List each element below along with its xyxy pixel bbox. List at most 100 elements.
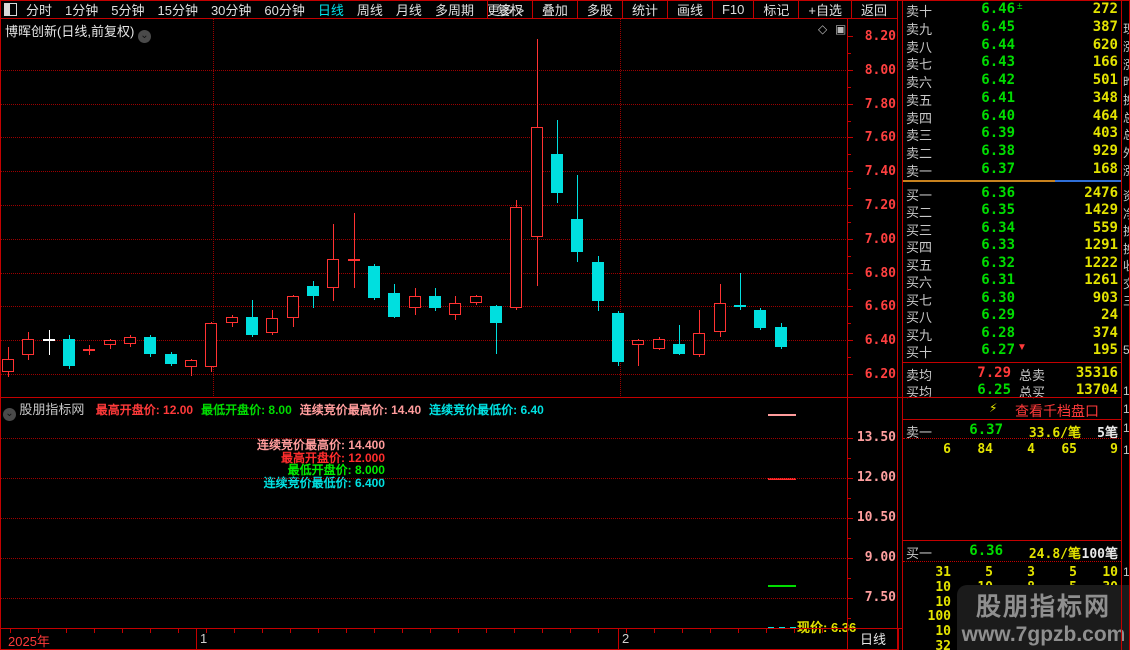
menu-item-多周期[interactable]: 多周期 [435, 0, 474, 19]
candle-body [490, 306, 502, 323]
indicator-axis-label: 7.50 [864, 590, 896, 605]
level-volume: 929 [1092, 143, 1118, 159]
bid-row[interactable]: 买一 6.36 2476 [903, 185, 1121, 203]
menu-item-多股[interactable]: 多股 [576, 0, 622, 19]
level-volume: 1222 [1084, 255, 1118, 271]
ask-row[interactable]: 卖九 6.45 387 [903, 19, 1121, 37]
menu-item-标记[interactable]: 标记 [753, 0, 798, 19]
candle-body [104, 340, 116, 345]
menu-item-分时[interactable]: 分时 [26, 0, 52, 19]
queue-order-size: 31 [935, 565, 951, 580]
axis-price-label: 8.00 [864, 63, 896, 78]
dotted-divider [903, 438, 1121, 439]
diamond-marker-icon[interactable]: ◇ [818, 22, 827, 36]
menu-item-+自选[interactable]: +自选 [798, 0, 851, 19]
indicator-header-item: 连续竞价最低价: 6.40 [429, 403, 544, 417]
ask-row[interactable]: 卖一 6.37 168 [903, 161, 1121, 179]
bid-row[interactable]: 买三 6.34 559 [903, 220, 1121, 238]
orderbook-divider [903, 540, 1121, 541]
candle-body [754, 310, 766, 328]
border-top [0, 0, 1130, 1]
gridline-h [0, 171, 846, 172]
panel-split-icon[interactable]: ▣ [835, 22, 846, 36]
candle-body [449, 303, 461, 315]
menu-item-60分钟[interactable]: 60分钟 [264, 0, 304, 19]
ask-row[interactable]: 卖四 6.40 464 [903, 108, 1121, 126]
indicator-gridline [0, 438, 846, 439]
timeframe-box[interactable]: 日线 [847, 628, 899, 650]
menu-item-5分钟[interactable]: 5分钟 [111, 0, 144, 19]
bid-row[interactable]: 买十 6.27 ▼ 195 [903, 342, 1121, 360]
timeline-month-separator [196, 628, 197, 649]
menu-item-画线[interactable]: 画线 [666, 0, 712, 19]
timeline-divider [0, 628, 903, 629]
indicator-gridline [0, 598, 846, 599]
candle-body [592, 262, 604, 301]
level-volume: 168 [1092, 161, 1118, 177]
level-volume: 1291 [1084, 237, 1118, 253]
menu-item-月线[interactable]: 月线 [396, 0, 422, 19]
candle-body [673, 344, 685, 354]
queue-order-size: 10 [935, 579, 951, 595]
level-volume: 387 [1092, 19, 1118, 35]
candle-body [714, 303, 726, 332]
level-price: 6.37 [969, 422, 1003, 438]
menu-item-返回[interactable]: 返回 [850, 0, 896, 19]
level-price: 6.34 [981, 220, 1015, 236]
ask-row[interactable]: 卖六 6.42 501 [903, 72, 1121, 90]
tools-menu: 复权 叠加 多股 统计 画线 F10 标记 +自选 返回 [486, 0, 896, 19]
menu-item-1分钟[interactable]: 1分钟 [65, 0, 98, 19]
level-price: 6.36 [981, 185, 1015, 201]
axis-price-label: 7.60 [864, 130, 896, 145]
indicator-source: 股朋指标网 [19, 402, 85, 417]
bid-row[interactable]: 买六 6.31 1261 [903, 272, 1121, 290]
level-price: 6.30 [981, 290, 1015, 306]
level-volume: 903 [1092, 290, 1118, 306]
ask-row[interactable]: 卖二 6.38 929 [903, 143, 1121, 161]
level-name: 买一 [906, 546, 933, 561]
gridline-h [0, 205, 846, 206]
menu-item-30分钟[interactable]: 30分钟 [211, 0, 251, 19]
queue-order-size: 9 [1110, 442, 1118, 457]
bid-row[interactable]: 买五 6.32 1222 [903, 255, 1121, 273]
menu-item-统计[interactable]: 统计 [621, 0, 667, 19]
menu-item-周线[interactable]: 周线 [357, 0, 383, 19]
menu-item-日线[interactable]: 日线 [318, 0, 344, 19]
level-volume: 559 [1092, 220, 1118, 236]
collapse-panel-icon[interactable]: ⌄ [3, 408, 16, 421]
ask-row[interactable]: 卖十 6.46 ±272 [903, 1, 1121, 19]
level-volume: 166 [1092, 54, 1118, 70]
menu-item-F10[interactable]: F10 [711, 0, 753, 19]
candle-body [653, 339, 665, 349]
avg-value: 6.25 [977, 382, 1011, 398]
bid-row[interactable]: 买四 6.33 1291 [903, 237, 1121, 255]
menu-item-15分钟[interactable]: 15分钟 [157, 0, 197, 19]
layout-toggle-icon[interactable] [4, 3, 17, 16]
bid-row[interactable]: 买七 6.30 903 [903, 290, 1121, 308]
average-row: 卖均 7.29 总卖 35316 [903, 365, 1121, 383]
bid-row[interactable]: 买二 6.35 1429 [903, 202, 1121, 220]
queue-order-size: 100 [927, 609, 951, 625]
candlestick-chart[interactable] [0, 19, 847, 397]
candle-body [205, 323, 217, 367]
ask-row[interactable]: 卖五 6.41 348 [903, 90, 1121, 108]
level-name: 卖十 [906, 4, 933, 19]
ask-row[interactable]: 卖七 6.43 166 [903, 54, 1121, 72]
axis-line [847, 19, 848, 628]
bid-row[interactable]: 买八 6.29 24 [903, 307, 1121, 325]
timeline-month-label: 2 [622, 631, 630, 646]
avg-label: 买均 [906, 385, 933, 400]
candle-body [531, 127, 543, 237]
queue-order-size: 3 [1027, 565, 1035, 580]
view-full-depth-button[interactable]: ⚡ 查看千档盘口 [903, 401, 1121, 419]
ask-row[interactable]: 卖八 6.44 620 [903, 37, 1121, 55]
menu-item-叠加[interactable]: 叠加 [531, 0, 577, 19]
bid-row[interactable]: 买九 6.28 374 [903, 325, 1121, 343]
level-price: 6.44 [981, 37, 1015, 53]
queue-order-size: 10 [1102, 565, 1118, 580]
menu-item-复权[interactable]: 复权 [486, 0, 532, 19]
candle-body [144, 337, 156, 354]
ask-row[interactable]: 卖三 6.39 403 [903, 125, 1121, 143]
level-price: 6.36 [969, 543, 1003, 559]
level-price: 6.32 [981, 255, 1015, 271]
